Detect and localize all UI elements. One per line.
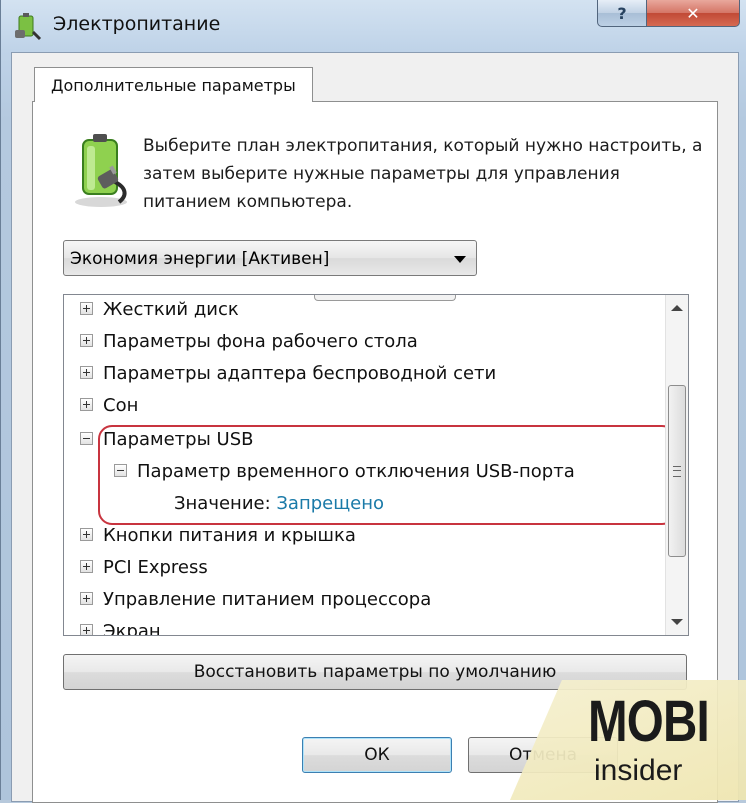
power-plan-selected-value: Экономия энергии [Активен] [70,249,330,269]
power-plan-dropdown[interactable]: Экономия энергии [Активен] [63,240,477,276]
description-text: Выберите план электропитания, который ну… [143,136,703,212]
tree-item-power-buttons-lid[interactable]: Кнопки питания и крышка [80,521,356,551]
tree-item-label: Управление питанием процессора [103,589,432,610]
expand-plus-icon[interactable] [80,365,93,379]
tree-item-label: Параметры USB [103,429,254,450]
tree-item-label: Параметр временного отключения USB-порта [137,461,575,482]
ok-button[interactable]: ОК [302,737,452,773]
tree-item-label: Сон [103,395,139,416]
power-options-icon [15,13,42,41]
tree-item-label: Параметры адаптера беспроводной сети [103,363,497,384]
tab-advanced-settings[interactable]: Дополнительные параметры [34,67,313,102]
tree-item-label: Экран [103,621,161,636]
tree-item-label: Жесткий диск [103,299,239,320]
setting-value-label: Значение: [174,493,271,514]
tree-item-sleep[interactable]: Сон [80,391,138,421]
battery-plug-icon [75,134,127,207]
settings-tree[interactable]: Жесткий диск Параметры фона рабочего сто… [63,294,689,636]
scrollbar-thumb[interactable] [668,385,686,557]
chevron-down-icon [454,256,466,263]
expand-plus-icon[interactable] [80,397,93,411]
close-button[interactable]: ✕ [646,0,740,27]
tree-item-setting-value[interactable]: Значение: Запрещено [174,489,384,519]
help-button[interactable]: ? [597,0,647,27]
tree-item-label: PCI Express [103,557,208,578]
expand-plus-icon[interactable] [80,559,93,573]
tree-item-usb-selective-suspend[interactable]: Параметр временного отключения USB-порта [114,457,575,487]
tree-item-label: Параметры фона рабочего стола [103,331,418,352]
expand-plus-icon[interactable] [80,301,93,315]
collapse-minus-icon[interactable] [114,463,127,477]
tree-item-display[interactable]: Экран [80,617,161,636]
watermark-logo-mobi: MOBI [588,689,710,754]
scroll-down-icon[interactable] [671,619,683,625]
tree-item-hard-disk[interactable]: Жесткий диск [80,295,239,325]
watermark-logo-insider: insider [594,754,683,787]
title-bar[interactable]: Электропитание ? ✕ [1,0,746,52]
window-title: Электропитание [53,13,221,35]
scroll-up-icon[interactable] [671,305,683,311]
collapse-minus-icon[interactable] [80,431,93,445]
tree-item-label: Кнопки питания и крышка [103,525,356,546]
tree-item-wireless-adapter[interactable]: Параметры адаптера беспроводной сети [80,359,496,389]
tree-top-scroll-indicator [314,295,456,301]
tree-item-desktop-background[interactable]: Параметры фона рабочего стола [80,327,418,357]
setting-value-link[interactable]: Запрещено [276,493,384,514]
tree-item-pci-express[interactable]: PCI Express [80,553,208,583]
tree-item-usb-settings[interactable]: Параметры USB [80,425,253,455]
expand-plus-icon[interactable] [80,333,93,347]
grip-icon [673,466,681,477]
vertical-scrollbar[interactable] [665,295,688,635]
expand-plus-icon[interactable] [80,591,93,605]
expand-plus-icon[interactable] [80,623,93,635]
expand-plus-icon[interactable] [80,527,93,541]
tree-item-processor-power[interactable]: Управление питанием процессора [80,585,431,615]
